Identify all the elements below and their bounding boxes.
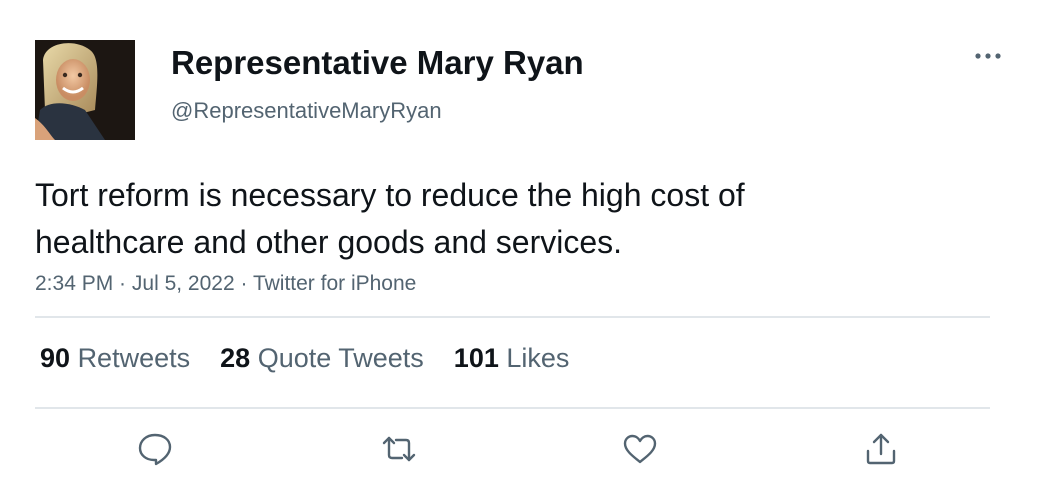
tweet-time[interactable]: 2:34 PM	[35, 272, 113, 295]
more-options-button[interactable]	[970, 42, 1006, 70]
like-button[interactable]	[621, 430, 659, 468]
divider	[35, 316, 990, 318]
retweets-label: Retweets	[77, 343, 191, 373]
tweet-source[interactable]: Twitter for iPhone	[253, 272, 416, 295]
share-button[interactable]	[862, 430, 900, 468]
more-horizontal-icon	[975, 53, 1001, 59]
retweets-stat[interactable]: 90 Retweets	[40, 343, 190, 374]
quote-tweets-stat[interactable]: 28 Quote Tweets	[220, 343, 424, 374]
reply-icon	[138, 433, 172, 466]
author-handle[interactable]: @RepresentativeMaryRyan	[171, 98, 442, 124]
quote-tweets-label: Quote Tweets	[257, 343, 424, 373]
tweet-text: Tort reform is necessary to reduce the h…	[35, 177, 745, 260]
tweet-stats: 90 Retweets 28 Quote Tweets 101 Likes	[40, 343, 599, 374]
avatar[interactable]	[35, 40, 135, 140]
author-display-name[interactable]: Representative Mary Ryan	[171, 44, 584, 82]
tweet-date[interactable]: Jul 5, 2022	[132, 272, 235, 295]
reply-button[interactable]	[136, 430, 174, 468]
heart-icon	[623, 434, 657, 464]
tweet-meta: 2:34 PM · Jul 5, 2022 · Twitter for iPho…	[35, 272, 416, 296]
likes-label: Likes	[506, 343, 570, 373]
divider	[35, 407, 990, 409]
retweet-icon	[382, 436, 416, 462]
share-icon	[866, 433, 896, 465]
meta-separator: ·	[113, 272, 132, 295]
retweets-count: 90	[40, 343, 71, 373]
avatar-photo	[35, 40, 135, 140]
meta-separator: ·	[234, 272, 253, 295]
likes-count: 101	[453, 343, 499, 373]
retweet-button[interactable]	[380, 430, 418, 468]
likes-stat[interactable]: 101 Likes	[454, 343, 570, 374]
quote-tweets-count: 28	[220, 343, 251, 373]
